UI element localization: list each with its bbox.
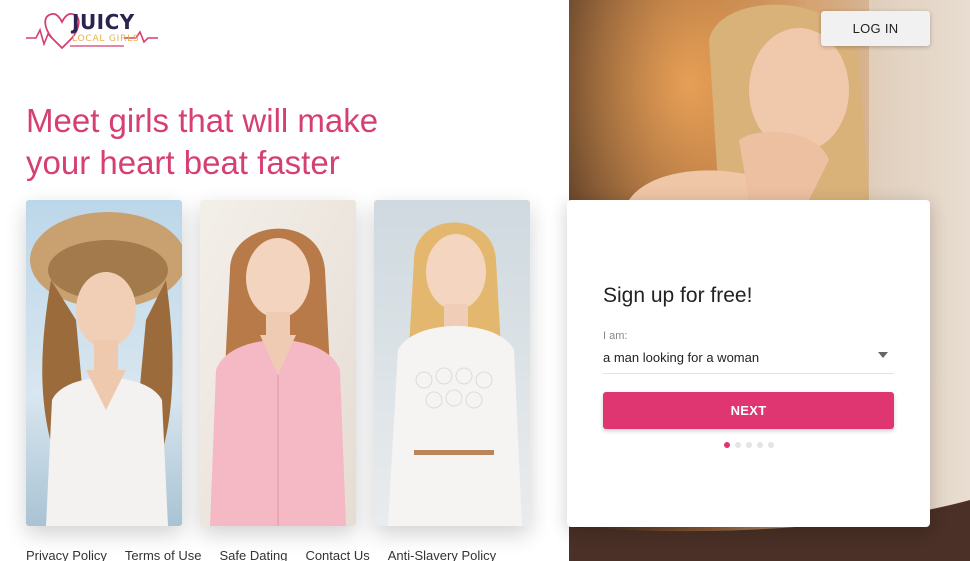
footer-link-safe-dating[interactable]: Safe Dating (220, 548, 288, 561)
footer-link-terms-of-use[interactable]: Terms of Use (125, 548, 202, 561)
profile-photo-card[interactable] (26, 200, 182, 526)
iam-label: I am: (603, 330, 628, 342)
step-dot-4 (757, 442, 763, 448)
page-headline: Meet girls that will make your heart bea… (26, 100, 466, 184)
headline-line-1: Meet girls that will make (26, 102, 379, 139)
logo-wordmark: JUICY (72, 10, 135, 34)
step-dot-2 (735, 442, 741, 448)
brand-logo[interactable]: JUICY LOCAL GIRLS (24, 8, 164, 50)
headline-line-2: your heart beat faster (26, 144, 340, 181)
logo-subtitle: LOCAL GIRLS (72, 34, 140, 44)
gender-preference-select[interactable]: a man looking for a woman (603, 346, 894, 374)
footer-link-anti-slavery-policy[interactable]: Anti-Slavery Policy (388, 548, 496, 561)
profile-photo (26, 200, 182, 526)
footer-link-privacy-policy[interactable]: Privacy Policy (26, 548, 107, 561)
step-dot-3 (746, 442, 752, 448)
footer-links: Privacy Policy Terms of Use Safe Dating … (26, 548, 496, 561)
signup-title: Sign up for free! (603, 284, 753, 307)
login-button[interactable]: LOG IN (821, 11, 930, 46)
step-dot-1 (724, 442, 730, 448)
step-indicator (724, 442, 774, 448)
profile-photo (200, 200, 356, 526)
profile-photo (374, 200, 530, 526)
gender-preference-value: a man looking for a woman (603, 350, 760, 365)
profile-photo-card[interactable] (200, 200, 356, 526)
signup-panel: Sign up for free! I am: a man looking fo… (567, 200, 930, 527)
dropdown-arrow-icon (878, 352, 888, 358)
next-button[interactable]: NEXT (603, 392, 894, 429)
footer-link-contact-us[interactable]: Contact Us (305, 548, 369, 561)
profile-photo-card[interactable] (374, 200, 530, 526)
step-dot-5 (768, 442, 774, 448)
